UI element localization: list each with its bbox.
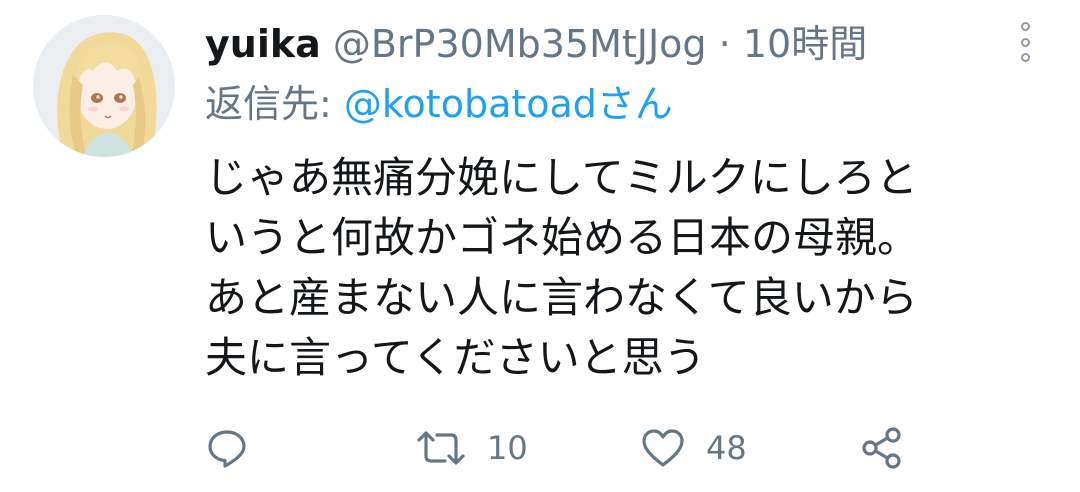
reply-context: 返信先: @kotobatoadさん: [205, 80, 673, 128]
share-icon: [862, 427, 901, 469]
heart-icon: [642, 429, 684, 467]
tweet-text: じゃあ無痛分娩にしてミルクにしろと いうと何故かゴネ始める日本の母親。 あと産ま…: [205, 148, 1035, 388]
reply-button[interactable]: [205, 420, 249, 476]
avatar-illustration: [33, 15, 175, 157]
tweet-text-line: じゃあ無痛分娩にしてミルクにしろと: [205, 153, 918, 202]
timestamp[interactable]: 10時間: [743, 22, 867, 66]
tweet-actions: 10 48: [0, 420, 1080, 476]
comment-icon: [208, 430, 246, 468]
like-count: 48: [706, 429, 747, 467]
like-button[interactable]: 48: [640, 420, 747, 476]
retweet-button[interactable]: 10: [415, 420, 528, 476]
reply-prefix: 返信先:: [205, 82, 332, 126]
user-handle[interactable]: @BrP30Mb35MtJJog: [333, 22, 707, 66]
retweet-icon: [417, 431, 465, 465]
display-name[interactable]: yuika: [205, 22, 321, 66]
retweet-count: 10: [487, 429, 528, 467]
share-button[interactable]: [860, 420, 904, 476]
tweet-text-line: いうと何故かゴネ始める日本の母親。: [205, 213, 920, 262]
more-options-icon[interactable]: [1013, 22, 1037, 62]
tweet-text-line: あと産まない人に言わなくて良いから: [205, 273, 918, 322]
tweet-header: yuika @BrP30Mb35MtJJog · 10時間: [205, 20, 867, 68]
avatar[interactable]: [33, 15, 175, 157]
tweet-text-line: 夫に言ってくださいと思う: [205, 333, 706, 382]
reply-mention-link[interactable]: @kotobatoadさん: [344, 82, 673, 126]
separator-dot: ·: [718, 22, 731, 66]
